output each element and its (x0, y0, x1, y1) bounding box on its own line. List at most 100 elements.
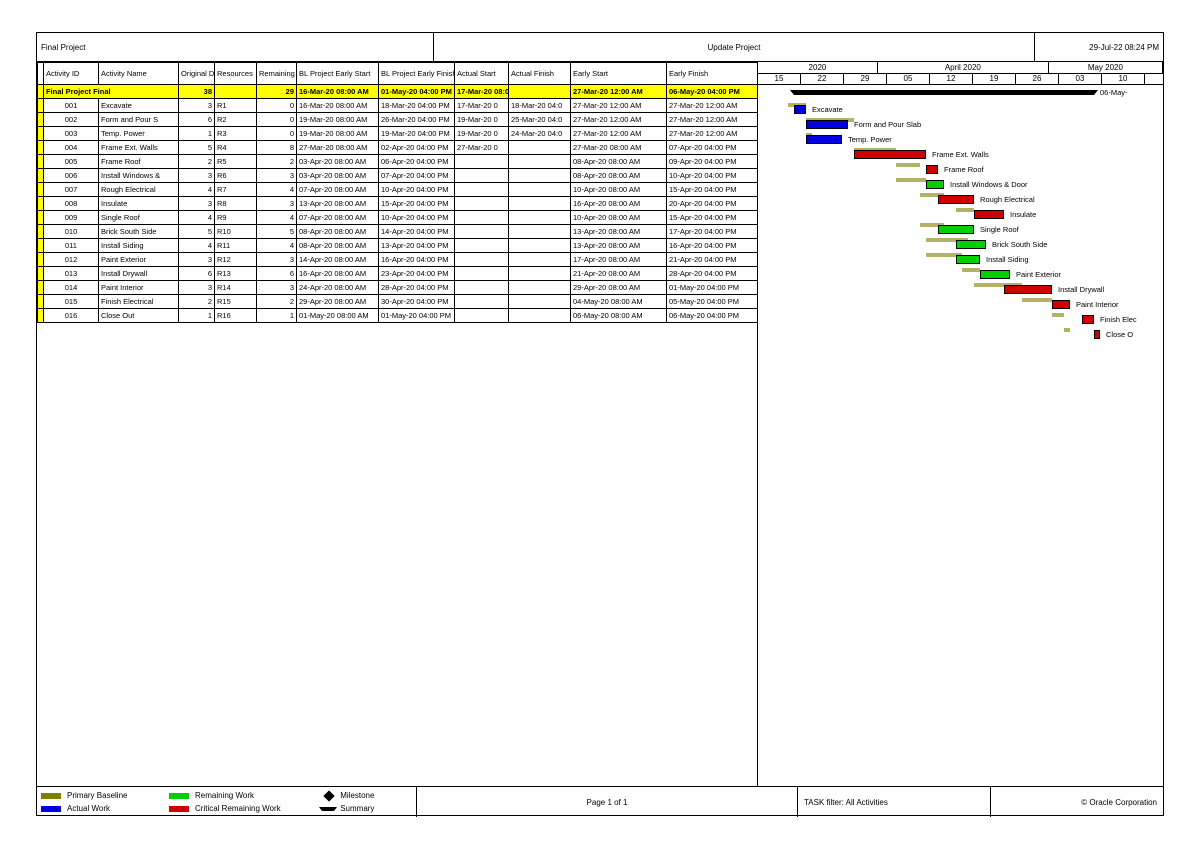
bar-label: Install Siding (984, 253, 1029, 266)
critical-bar (938, 195, 974, 204)
bar-label: Install Drywall (1056, 283, 1104, 296)
column-header-row: Activity ID Activity Name Original Durat… (38, 63, 759, 85)
header-center-title: Update Project (434, 33, 1035, 61)
milestone-icon (324, 790, 335, 801)
legend-swatch-baseline (41, 793, 61, 799)
col-bl-early-start[interactable]: BL Project Early Start (297, 63, 379, 85)
gantt-row: Install Siding (758, 252, 1163, 267)
gantt-row: Install Drywall (758, 282, 1163, 297)
day-tick: 26 (1016, 74, 1059, 85)
col-actual-start[interactable]: Actual Start (455, 63, 509, 85)
legend-swatch-actual (41, 806, 61, 812)
gantt-row: Rough Electrical (758, 192, 1163, 207)
remaining-bar (938, 225, 974, 234)
critical-bar (1082, 315, 1094, 324)
gantt-row: Paint Interior (758, 297, 1163, 312)
table-row[interactable]: 014Paint Interior3R14324-Apr-20 08:00 AM… (38, 281, 759, 295)
bar-label: Single Roof (978, 223, 1019, 236)
summary-name: Final Project Final (44, 85, 179, 99)
gantt-row: Brick South Side (758, 237, 1163, 252)
table-row[interactable]: 011Install Siding4R11408-Apr-20 08:00 AM… (38, 239, 759, 253)
legend-swatch-remaining (169, 793, 189, 799)
gantt-row: Temp. Power (758, 132, 1163, 147)
legend-label-actual: Actual Work (67, 804, 165, 813)
table-row[interactable]: 010Brick South Side5R10508-Apr-20 08:00 … (38, 225, 759, 239)
table-row[interactable]: 008Insulate3R8313-Apr-20 08:00 AM15-Apr-… (38, 197, 759, 211)
day-tick: 29 (844, 74, 887, 85)
remaining-bar (956, 240, 986, 249)
day-tick: 22 (801, 74, 844, 85)
report-footer: Primary Baseline Remaining Work Mileston… (37, 786, 1163, 817)
header-run-time: 29-Jul-22 08:24 PM (1035, 33, 1163, 61)
legend-label-critical: Critical Remaining Work (195, 804, 318, 813)
table-row[interactable]: 001Excavate3R1016-Mar-20 08:00 AM18-Mar-… (38, 99, 759, 113)
col-orig-dur[interactable]: Original Duration (179, 63, 215, 85)
timeline-header: 2020April 2020May 2020 15222905121926031… (758, 62, 1163, 85)
activity-table-pane: Activity ID Activity Name Original Durat… (37, 62, 758, 786)
critical-bar (854, 150, 926, 159)
bar-label: Form and Pour Slab (852, 118, 921, 131)
gantt-row: Finish Elec (758, 312, 1163, 327)
critical-bar (974, 210, 1004, 219)
gantt-row: Form and Pour Slab (758, 117, 1163, 132)
table-row[interactable]: 003Temp. Power1R3019-Mar-20 08:00 AM19-M… (38, 127, 759, 141)
remaining-bar (956, 255, 980, 264)
table-row[interactable]: 016Close Out1R16101-May-20 08:00 AM01-Ma… (38, 309, 759, 323)
bar-label: Brick South Side (990, 238, 1047, 251)
col-actual-finish[interactable]: Actual Finish (509, 63, 571, 85)
gantt-row: Frame Roof (758, 162, 1163, 177)
bar-label: Insulate (1008, 208, 1036, 221)
bar-label: Paint Exterior (1014, 268, 1061, 281)
table-row[interactable]: 013Install Drywall6R13616-Apr-20 08:00 A… (38, 267, 759, 281)
col-resources[interactable]: Resources (215, 63, 257, 85)
col-bl-early-finish[interactable]: BL Project Early Finish (379, 63, 455, 85)
actual-bar (794, 105, 806, 114)
table-row[interactable]: 012Paint Exterior3R12314-Apr-20 08:00 AM… (38, 253, 759, 267)
bar-label: Install Windows & Door (948, 178, 1028, 191)
day-tick: 19 (973, 74, 1016, 85)
gantt-body: 06-May-ExcavateForm and Pour SlabTemp. P… (758, 85, 1163, 342)
copyright: © Oracle Corporation (991, 787, 1163, 817)
main-split: Activity ID Activity Name Original Durat… (37, 62, 1163, 786)
activity-table: Activity ID Activity Name Original Durat… (37, 62, 758, 323)
day-tick: 12 (930, 74, 973, 85)
bar-label: Rough Electrical (978, 193, 1035, 206)
table-row[interactable]: 005Frame Roof2R5203-Apr-20 08:00 AM06-Ap… (38, 155, 759, 169)
page-indicator: Page 1 of 1 (417, 787, 798, 817)
summary-icon (322, 807, 334, 811)
col-activity-name[interactable]: Activity Name (99, 63, 179, 85)
gantt-row: Frame Ext. Walls (758, 147, 1163, 162)
col-early-start[interactable]: Early Start (571, 63, 667, 85)
header-left-title: Final Project (37, 33, 434, 61)
bar-label: Frame Ext. Walls (930, 148, 989, 161)
legend-swatch-critical (169, 806, 189, 812)
col-rem-dur[interactable]: Remaining Duration (257, 63, 297, 85)
actual-bar (806, 135, 842, 144)
table-row[interactable]: 015Finish Electrical2R15229-Apr-20 08:00… (38, 295, 759, 309)
col-early-finish[interactable]: Early Finish (667, 63, 759, 85)
task-filter: TASK filter: All Activities (798, 787, 991, 817)
summary-row[interactable]: Final Project Final382916-Mar-20 08:00 A… (38, 85, 759, 99)
remaining-bar (980, 270, 1010, 279)
gantt-row: Paint Exterior (758, 267, 1163, 282)
critical-bar (1052, 300, 1070, 309)
bar-label: Finish Elec (1098, 313, 1137, 326)
day-tick: 03 (1059, 74, 1102, 85)
table-row[interactable]: 002Form and Pour S6R2019-Mar-20 08:00 AM… (38, 113, 759, 127)
critical-bar (1094, 330, 1100, 339)
gantt-row: Close O (758, 327, 1163, 342)
month-header: May 2020 (1049, 62, 1163, 73)
table-row[interactable]: 009Single Roof4R9407-Apr-20 08:00 AM10-A… (38, 211, 759, 225)
month-header: April 2020 (878, 62, 1049, 73)
table-row[interactable]: 006Install Windows &3R6303-Apr-20 08:00 … (38, 169, 759, 183)
report-page: Final Project Update Project 29-Jul-22 0… (36, 32, 1164, 816)
gantt-summary-row: 06-May- (758, 85, 1163, 102)
day-tick: 05 (887, 74, 930, 85)
gantt-row: Excavate (758, 102, 1163, 117)
col-activity-id[interactable]: Activity ID (44, 63, 99, 85)
table-row[interactable]: 007Rough Electrical4R7407-Apr-20 08:00 A… (38, 183, 759, 197)
table-row[interactable]: 004Frame Ext. Walls5R4827-Mar-20 08:00 A… (38, 141, 759, 155)
bar-label: Frame Roof (942, 163, 984, 176)
gantt-row: Single Roof (758, 222, 1163, 237)
day-tick: 10 (1102, 74, 1145, 85)
